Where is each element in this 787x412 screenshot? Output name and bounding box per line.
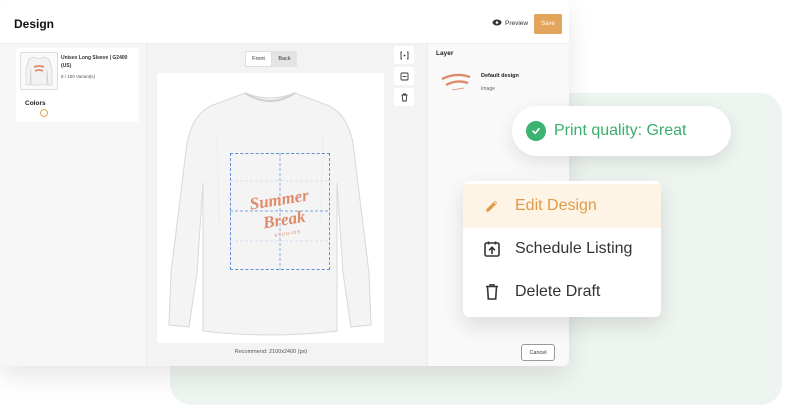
menu-item-delete-draft[interactable]: Delete Draft bbox=[463, 270, 661, 314]
preview-button[interactable]: Preview bbox=[492, 16, 528, 30]
recommended-size: Recommend: 2100x2400 (px) bbox=[234, 349, 308, 355]
layer-thumbnail bbox=[441, 73, 471, 91]
trash-icon[interactable] bbox=[394, 88, 414, 106]
tab-front[interactable]: Front bbox=[245, 51, 272, 67]
context-menu: Edit Design Schedule Listing Delete Draf… bbox=[463, 181, 661, 317]
design-canvas[interactable]: Summer Break STUDIOS bbox=[157, 73, 384, 343]
product-card[interactable]: Unisex Long Sleeve | G2400 (US) 8 / 100 … bbox=[16, 48, 139, 122]
cancel-button[interactable]: Cancel bbox=[521, 344, 555, 361]
color-swatch-white[interactable] bbox=[40, 109, 48, 117]
center-icon[interactable] bbox=[394, 46, 414, 64]
pencil-icon bbox=[481, 198, 503, 214]
layers-icon[interactable] bbox=[394, 67, 414, 85]
side-toggle: Front Back bbox=[245, 51, 297, 67]
menu-item-label: Delete Draft bbox=[515, 283, 601, 300]
canvas-panel: Front Back Summer Break STUDIOS Recommen… bbox=[146, 44, 428, 366]
save-button[interactable]: Save bbox=[534, 14, 562, 34]
canvas-tools bbox=[394, 46, 414, 106]
print-quality-text: Print quality: Great bbox=[554, 122, 687, 139]
product-variants: 8 / 100 Variant(s) bbox=[61, 74, 96, 79]
menu-item-schedule-listing[interactable]: Schedule Listing bbox=[463, 227, 661, 271]
preview-label: Preview bbox=[505, 19, 529, 27]
menu-item-edit-design[interactable]: Edit Design bbox=[463, 184, 661, 228]
layer-item[interactable]: Default design Image bbox=[436, 68, 566, 98]
check-circle-icon bbox=[526, 121, 546, 141]
design-text-line3: STUDIOS bbox=[274, 229, 301, 238]
product-panel: Unisex Long Sleeve | G2400 (US) 8 / 100 … bbox=[0, 44, 146, 366]
tab-back[interactable]: Back bbox=[272, 51, 297, 67]
product-name: Unisex Long Sleeve | G2400 (US) bbox=[61, 55, 128, 69]
product-thumbnail bbox=[20, 52, 58, 90]
print-area[interactable]: Summer Break STUDIOS bbox=[230, 153, 330, 270]
eye-icon bbox=[492, 19, 502, 28]
editor-header: Design Preview Save bbox=[0, 0, 569, 44]
calendar-upload-icon bbox=[481, 240, 503, 258]
layer-name: Default design bbox=[481, 73, 519, 79]
layer-panel-title: Layer bbox=[436, 50, 454, 57]
page-title: Design bbox=[14, 17, 55, 31]
menu-item-label: Schedule Listing bbox=[515, 240, 633, 257]
layer-type: Image bbox=[481, 86, 495, 92]
trash-icon bbox=[481, 283, 503, 301]
menu-item-label: Edit Design bbox=[515, 197, 597, 214]
colors-label: Colors bbox=[25, 100, 46, 107]
print-quality-badge: Print quality: Great bbox=[512, 106, 731, 156]
